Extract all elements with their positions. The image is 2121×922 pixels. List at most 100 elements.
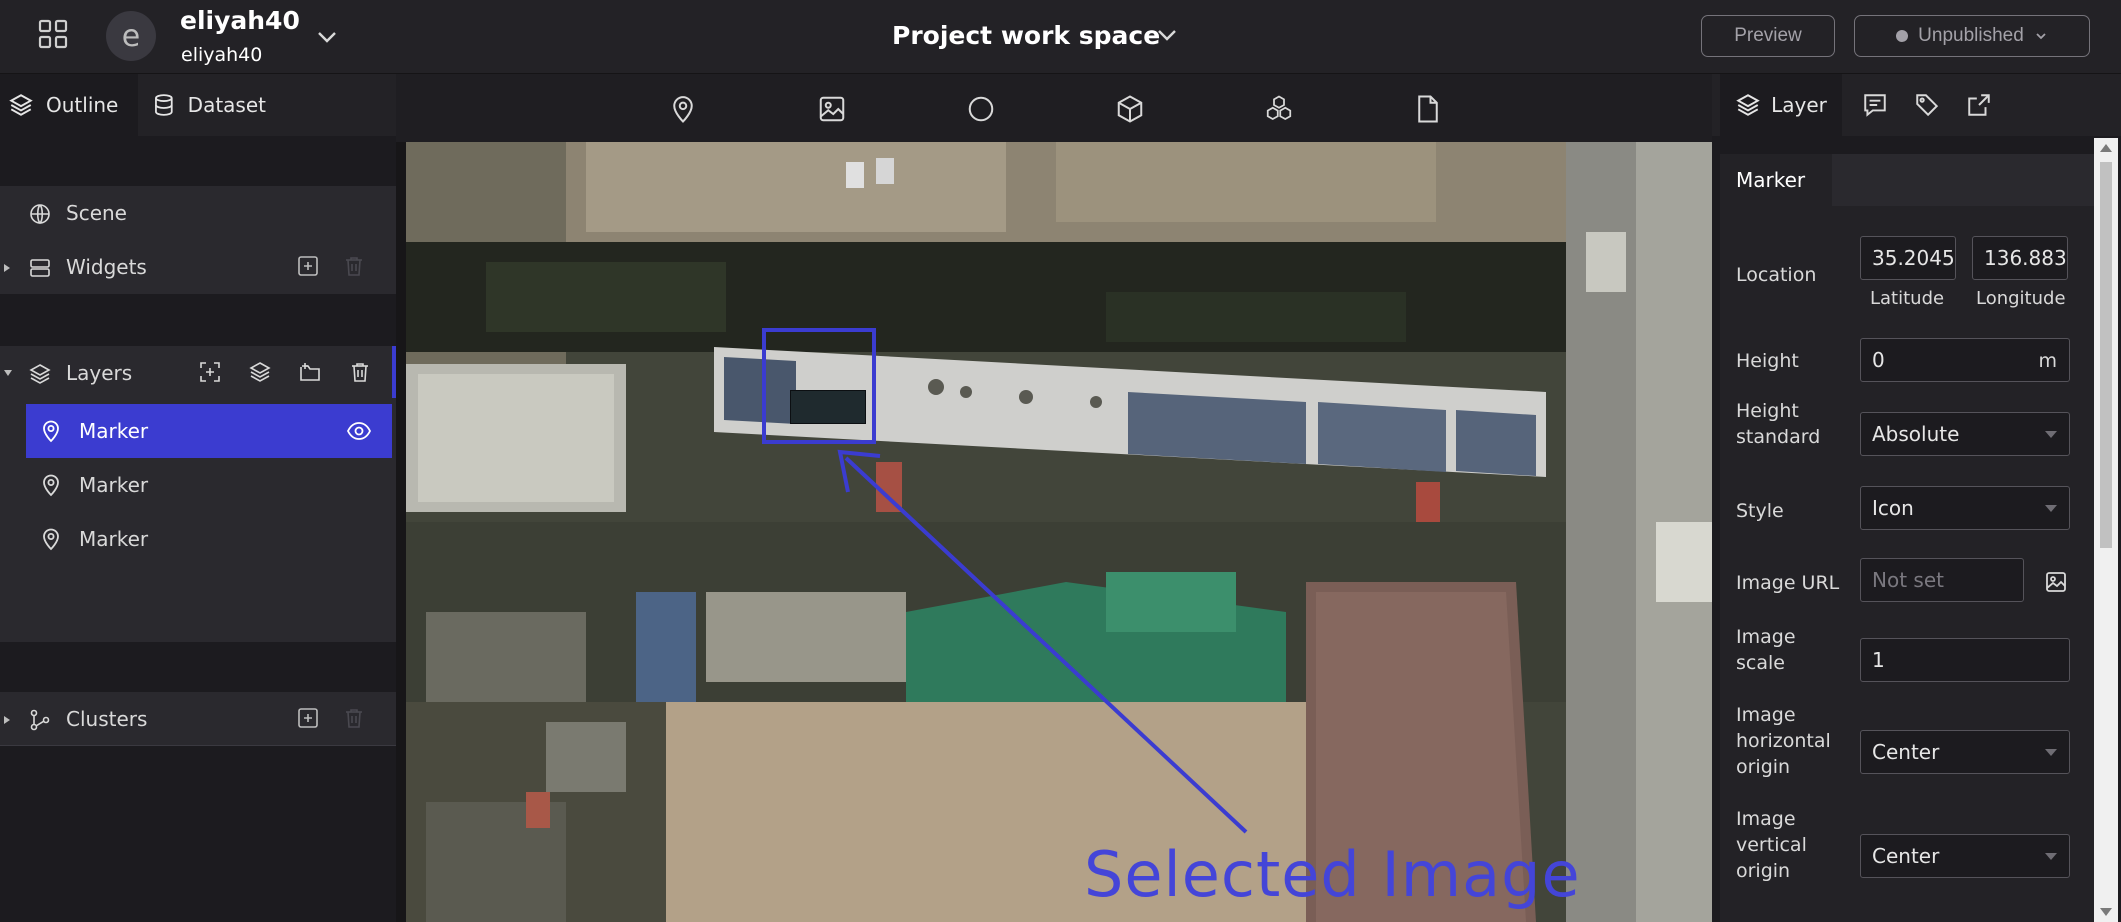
right-panel: Layer Marker Location 35.2045 136.883 La… (1712, 74, 2121, 922)
latitude-label: Latitude (1870, 288, 1945, 309)
scroll-down-arrow-icon[interactable] (2100, 908, 2112, 916)
image-horizontal-origin-label-line2: horizontal (1736, 730, 1831, 752)
image-scale-input[interactable]: 1 (1860, 638, 2070, 682)
database-icon (155, 94, 173, 116)
outline-item-widgets[interactable]: Widgets (0, 240, 396, 294)
caret-right-icon[interactable] (3, 715, 11, 725)
height-standard-label-line2: standard (1736, 426, 1821, 448)
marker-pin-icon (39, 527, 63, 551)
file-icon[interactable] (1411, 92, 1445, 126)
outline-item-clusters[interactable]: Clusters (0, 692, 396, 746)
app-root: e eliyah40 eliyah40 Project work space P… (0, 0, 2121, 922)
tab-layer[interactable]: Layer (1720, 74, 1842, 136)
image-horizontal-origin-select[interactable]: Center (1860, 730, 2070, 774)
map-viewport[interactable]: Selected Image (406, 142, 1712, 922)
model-3d-icon[interactable] (1262, 92, 1296, 126)
tab-outline-label: Outline (46, 93, 119, 117)
image-vertical-origin-select[interactable]: Center (1860, 834, 2070, 878)
avatar[interactable]: e (106, 11, 156, 61)
image-scale-label: Image scale (1736, 624, 1796, 676)
annotation-label: Selected Image (1084, 838, 1581, 911)
add-cluster-icon[interactable] (296, 706, 320, 730)
left-panel: Outline Dataset Scene Widgets Layers Mar… (0, 74, 396, 922)
outline-item-label: Scene (66, 201, 127, 225)
status-dot-icon (1896, 30, 1909, 42)
tab-infobox[interactable] (1850, 74, 1900, 136)
user-name: eliyah40 (180, 6, 300, 35)
publish-status-label: Unpublished (1918, 25, 2024, 46)
height-value: 0 (1872, 348, 1885, 372)
apps-grid-icon[interactable] (36, 17, 70, 51)
subtab-marker[interactable]: Marker (1720, 154, 1832, 206)
latitude-input[interactable]: 35.2045 (1860, 236, 1956, 280)
chevron-down-icon[interactable] (1152, 20, 1182, 50)
tab-dataset[interactable]: Dataset (146, 74, 266, 136)
preview-button[interactable]: Preview (1701, 15, 1835, 57)
dropdown-arrow-icon (2045, 505, 2057, 512)
eye-icon[interactable] (346, 419, 372, 443)
layers-icon (1736, 94, 1760, 116)
add-layer-icon[interactable] (198, 360, 222, 384)
outline-item-layers[interactable]: Layers (0, 346, 396, 400)
height-standard-label-line1: Height (1736, 400, 1799, 422)
image-icon[interactable] (815, 92, 849, 126)
caret-right-icon[interactable] (3, 263, 11, 273)
style-select[interactable]: Icon (1860, 486, 2070, 530)
image-vertical-origin-label-line1: Image (1736, 808, 1796, 830)
height-unit: m (2038, 350, 2057, 372)
image-vertical-origin-label: Image vertical origin (1736, 806, 1807, 884)
location-label: Location (1736, 264, 1817, 286)
trash-icon[interactable] (348, 360, 372, 384)
new-folder-icon[interactable] (298, 360, 322, 384)
export-icon (1968, 94, 1990, 116)
properties-panel: Location 35.2045 136.8832 Latitude Longi… (1720, 206, 2100, 922)
clusters-actions (296, 706, 366, 730)
circle-icon[interactable] (964, 92, 998, 126)
tab-export[interactable] (1954, 74, 2004, 136)
image-horizontal-origin-value: Center (1872, 740, 1940, 764)
image-vertical-origin-value: Center (1872, 844, 1940, 868)
cube-icon[interactable] (1113, 92, 1147, 126)
image-horizontal-origin-label-line3: origin (1736, 756, 1791, 778)
height-label: Height (1736, 350, 1799, 372)
layer-toolbar (396, 74, 1712, 142)
height-input[interactable]: 0 m (1860, 338, 2070, 382)
outline-item-label: Clusters (66, 707, 148, 731)
image-url-input[interactable]: Not set (1860, 558, 2024, 602)
scene-widgets-section: Scene Widgets (0, 186, 396, 294)
chevron-down-icon[interactable] (312, 22, 342, 52)
clusters-icon (28, 708, 52, 732)
longitude-input[interactable]: 136.8832 (1972, 236, 2068, 280)
publish-status-button[interactable]: Unpublished (1854, 15, 2090, 57)
tab-outline[interactable]: Outline (0, 74, 138, 136)
image-horizontal-origin-label-line1: Image (1736, 704, 1796, 726)
layer-item-marker-1[interactable]: Marker (26, 404, 392, 458)
widgets-icon (28, 256, 52, 280)
tab-layer-label: Layer (1771, 93, 1827, 117)
caret-down-icon[interactable] (3, 369, 13, 377)
marker-pin-icon[interactable] (666, 92, 700, 126)
add-widget-icon[interactable] (296, 254, 320, 278)
outline-item-label: Widgets (66, 255, 147, 279)
outline-item-scene[interactable]: Scene (0, 186, 396, 240)
tab-tags[interactable] (1902, 74, 1952, 136)
clusters-section: Clusters (0, 692, 396, 746)
layer-item-label: Marker (79, 419, 149, 443)
style-label: Style (1736, 500, 1784, 522)
image-url-label: Image URL (1736, 572, 1840, 594)
layers-actions (198, 360, 372, 384)
image-scale-label-line1: Image (1736, 626, 1796, 648)
height-standard-select[interactable]: Absolute (1860, 412, 2070, 456)
outline-item-label: Layers (66, 361, 133, 385)
image-vertical-origin-label-line3: origin (1736, 860, 1791, 882)
project-title[interactable]: Project work space (892, 21, 1160, 50)
layer-group-icon[interactable] (248, 360, 272, 384)
layer-item-marker-3[interactable]: Marker (26, 512, 392, 566)
scrollbar-thumb[interactable] (2100, 162, 2112, 548)
scroll-up-arrow-icon[interactable] (2100, 144, 2112, 152)
layer-item-label: Marker (79, 473, 149, 497)
properties-scrollbar[interactable] (2094, 138, 2118, 922)
layer-item-marker-2[interactable]: Marker (26, 458, 392, 512)
height-standard-label: Height standard (1736, 398, 1820, 450)
image-picker-icon[interactable] (2044, 570, 2068, 594)
